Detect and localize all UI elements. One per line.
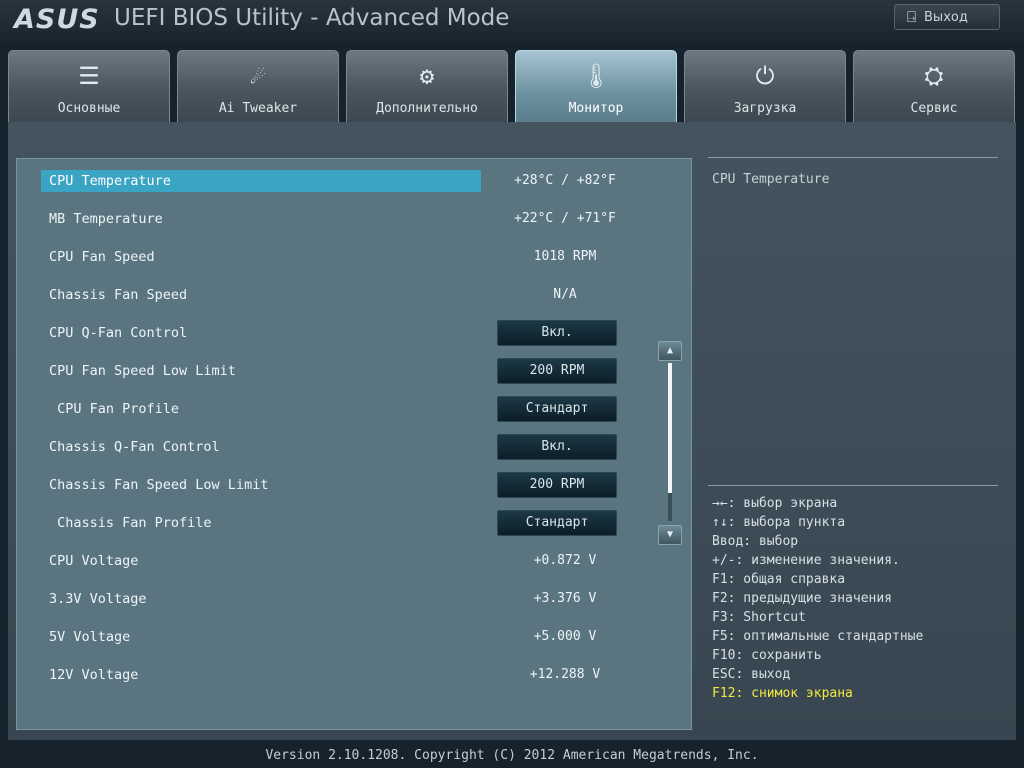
key-legend: →←: выбор экрана ↑↓: выбора пункта Ввод: в… — [712, 494, 1012, 703]
key-hint: F3: Shortcut — [712, 610, 806, 625]
setting-option-button[interactable]: 200 RPM — [497, 472, 617, 498]
setting-label: 12V Voltage — [49, 667, 139, 683]
setting-row[interactable]: 12V Voltage +12.288 V — [41, 664, 641, 686]
setting-label: CPU Fan Speed Low Limit — [49, 363, 236, 379]
toolbox-icon: ⛭ — [924, 62, 944, 90]
app-title: UEFI BIOS Utility - Advanced Mode — [114, 5, 510, 31]
setting-row[interactable]: CPU Voltage +0.872 V — [41, 550, 641, 572]
setting-label: CPU Fan Speed — [49, 249, 155, 265]
setting-row[interactable]: CPU Q-Fan Control Вкл. — [41, 320, 641, 346]
setting-label: Chassis Fan Profile — [49, 515, 212, 531]
tab-label: Дополнительно — [376, 101, 478, 116]
power-icon: ⏻ — [755, 62, 775, 90]
key-hint: +/-: изменение значения. — [712, 553, 900, 568]
tab-3[interactable]: 🌡 Монитор — [515, 50, 677, 122]
key-hint: F10: сохранить — [712, 648, 822, 663]
setting-value: +12.288 V — [529, 667, 601, 682]
tab-label: Монитор — [568, 101, 624, 116]
setting-label: 5V Voltage — [49, 629, 131, 645]
setting-row[interactable]: Chassis Fan Speed Low Limit 200 RPM — [41, 472, 641, 498]
key-hint: F1: общая справка — [712, 572, 846, 587]
exit-label: Выход — [924, 9, 968, 25]
help-divider-top — [708, 157, 998, 158]
setting-row[interactable]: MB Temperature +22°C / +71°F — [41, 208, 641, 230]
setting-label: Chassis Fan Speed Low Limit — [49, 477, 269, 493]
main-tabs: ☰ Основные ☄ Ai Tweaker ⚙ Дополнительно 🌡 Монит… — [8, 50, 1016, 122]
setting-option-button[interactable]: Стандарт — [497, 396, 617, 422]
setting-option-button[interactable]: Стандарт — [497, 510, 617, 536]
setting-value: +3.376 V — [533, 591, 597, 606]
setting-row[interactable]: CPU Fan Profile Стандарт — [41, 396, 641, 422]
tab-label: Ai Tweaker — [218, 101, 298, 116]
advanced-icon: ⚙ — [419, 62, 435, 90]
key-hint: Ввод: выбор — [712, 534, 799, 549]
setting-label: CPU Fan Profile — [49, 401, 180, 417]
setting-label: Chassis Q-Fan Control — [49, 439, 220, 455]
thermometer-icon: 🌡 — [580, 62, 612, 90]
setting-row[interactable]: CPU Fan Speed 1018 RPM — [41, 246, 641, 268]
setting-label: MB Temperature — [49, 211, 163, 227]
list-icon: ☰ — [78, 62, 100, 90]
footer-version: Version 2.10.1208. Copyright (C) 2012 Am… — [265, 748, 759, 763]
key-hint: F12: снимок экрана — [712, 686, 853, 701]
setting-value: +28°C / +82°F — [514, 173, 616, 188]
setting-row[interactable]: 3.3V Voltage +3.376 V — [41, 588, 641, 610]
help-divider-bottom — [708, 485, 998, 486]
tab-label: Основные — [57, 101, 121, 116]
tweaker-icon: ☄ — [250, 62, 266, 90]
setting-option-button[interactable]: Вкл. — [497, 320, 617, 346]
key-hint: →←: выбор экрана — [712, 496, 838, 511]
setting-value: +22°C / +71°F — [514, 211, 616, 226]
setting-value: N/A — [553, 287, 577, 302]
setting-row[interactable]: Chassis Fan Profile Стандарт — [41, 510, 641, 536]
setting-option-button[interactable]: 200 RPM — [497, 358, 617, 384]
setting-label: CPU Q-Fan Control — [49, 325, 188, 341]
setting-row[interactable]: CPU Fan Speed Low Limit 200 RPM — [41, 358, 641, 384]
exit-button[interactable]: ⍈ Выход — [894, 4, 1000, 30]
setting-label: CPU Voltage — [49, 553, 139, 569]
scrollbar-thumb[interactable] — [668, 363, 672, 493]
tab-label: Загрузка — [733, 101, 797, 116]
setting-label: 3.3V Voltage — [49, 591, 147, 607]
setting-row[interactable]: Chassis Q-Fan Control Вкл. — [41, 434, 641, 460]
setting-row[interactable]: Chassis Fan Speed N/A — [41, 284, 641, 306]
setting-value: +5.000 V — [533, 629, 597, 644]
tab-4[interactable]: ⏻ Загрузка — [684, 50, 846, 122]
tab-2[interactable]: ⚙ Дополнительно — [346, 50, 508, 122]
setting-label: CPU Temperature — [41, 170, 481, 192]
tab-label: Сервис — [910, 101, 958, 116]
scroll-down-button[interactable]: ▼ — [658, 525, 682, 545]
asus-logo: ASUS — [14, 4, 100, 35]
setting-value: 1018 RPM — [533, 249, 597, 264]
scroll-up-button[interactable]: ▲ — [658, 341, 682, 361]
key-hint: ↑↓: выбора пункта — [712, 515, 846, 530]
header-bar: ASUS UEFI BIOS Utility - Advanced Mode ⍈… — [0, 0, 1024, 42]
help-title: CPU Temperature — [712, 172, 830, 187]
key-hint: F5: оптимальные стандартные — [712, 629, 924, 644]
key-hint: ESC: выход — [712, 667, 791, 682]
settings-panel: CPU Temperature +28°C / +82°F MB Temperatu… — [16, 158, 692, 730]
setting-option-button[interactable]: Вкл. — [497, 434, 617, 460]
setting-label: Chassis Fan Speed — [49, 287, 188, 303]
setting-row[interactable]: CPU Temperature +28°C / +82°F — [41, 170, 641, 192]
tab-1[interactable]: ☄ Ai Tweaker — [177, 50, 339, 122]
setting-row[interactable]: 5V Voltage +5.000 V — [41, 626, 641, 648]
setting-value: +0.872 V — [533, 553, 597, 568]
tab-0[interactable]: ☰ Основные — [8, 50, 170, 122]
exit-door-icon: ⍈ — [907, 8, 917, 26]
key-hint: F2: предыдущие значения — [712, 591, 893, 606]
tab-5[interactable]: ⛭ Сервис — [853, 50, 1015, 122]
